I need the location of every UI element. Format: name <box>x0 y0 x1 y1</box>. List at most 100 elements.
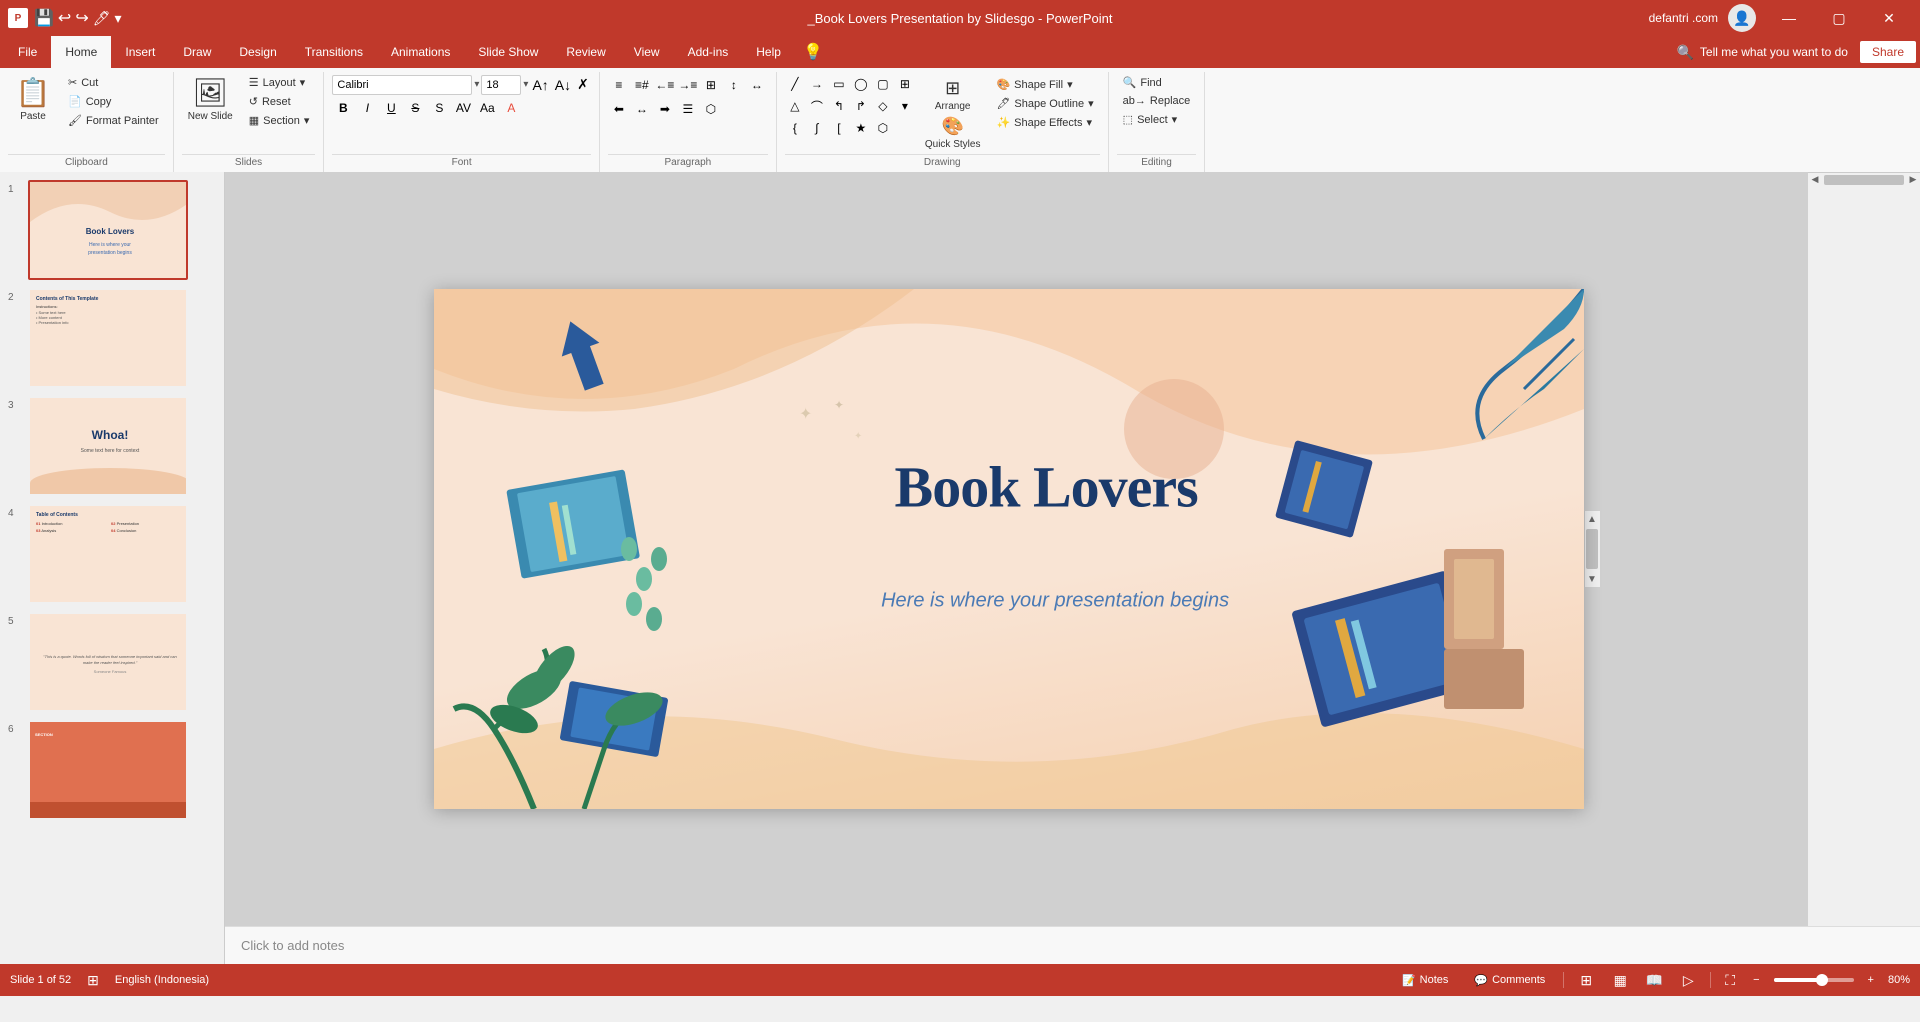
scroll-up-btn[interactable]: ▲ <box>1584 511 1600 527</box>
minimize-button[interactable]: — <box>1766 0 1812 36</box>
diamond-shape-btn[interactable]: ◇ <box>873 96 893 116</box>
fit-to-window-button[interactable]: ⛶ <box>1721 972 1739 989</box>
font-color-button[interactable]: A <box>500 97 522 119</box>
rect-shape-btn[interactable]: ▭ <box>829 74 849 94</box>
copy-button[interactable]: 📄 Copy <box>62 93 165 110</box>
slide-thumb-1[interactable]: Book Lovers Here is where your presentat… <box>28 180 188 280</box>
comments-button[interactable]: 💬 Comments <box>1466 974 1553 987</box>
customize-icon[interactable]: 🖊 <box>93 10 111 27</box>
curvarrow2-shape-btn[interactable]: ↱ <box>851 96 871 116</box>
tab-transitions[interactable]: Transitions <box>291 36 377 68</box>
custom-shape-btn[interactable]: ⬡ <box>873 118 893 138</box>
quick-styles-button[interactable]: 🎨 Quick Styles <box>919 114 987 152</box>
slide-item-1[interactable]: 1 Book Lovers Here is where your present… <box>8 180 216 280</box>
help-lightbulb-icon[interactable]: 💡 <box>803 42 823 62</box>
tab-home[interactable]: Home <box>51 36 111 68</box>
tab-design[interactable]: Design <box>225 36 290 68</box>
slideshow-button[interactable]: ▷ <box>1676 968 1700 992</box>
normal-view-button[interactable]: ⊞ <box>1574 968 1598 992</box>
bullet-list-button[interactable]: ≡ <box>608 74 630 96</box>
tab-draw[interactable]: Draw <box>169 36 225 68</box>
slide-sorter-button[interactable]: ▦ <box>1608 968 1632 992</box>
strikethrough-button[interactable]: S <box>404 97 426 119</box>
shape-fill-button[interactable]: 🎨 Shape Fill ▾ <box>990 76 1099 93</box>
font-size-dropdown-icon[interactable]: ▾ <box>523 79 528 90</box>
zoom-out-button[interactable]: − <box>1749 974 1763 986</box>
slide-item-3[interactable]: 3 Whoa! Some text here for context <box>8 396 216 496</box>
tab-addins[interactable]: Add-ins <box>674 36 743 68</box>
rect2-shape-btn[interactable]: ▢ <box>873 74 893 94</box>
align-left-button[interactable]: ⬅ <box>608 98 630 120</box>
tri-shape-btn[interactable]: △ <box>785 96 805 116</box>
change-case-button[interactable]: Aa <box>476 97 498 119</box>
columns-button[interactable]: ⊞ <box>700 74 722 96</box>
close-button[interactable]: ✕ <box>1866 0 1912 36</box>
slide-canvas[interactable]: ✦ ✦ ✦ Book Lovers Here is w <box>434 289 1584 809</box>
slide-subtitle[interactable]: Here is where your presentation begins <box>881 590 1229 613</box>
char-spacing-button[interactable]: AV <box>452 97 474 119</box>
smart-art-button[interactable]: ⬡ <box>700 98 722 120</box>
line-spacing-button[interactable]: ↕ <box>723 74 745 96</box>
hscroll-left-btn[interactable]: ◀ <box>1808 173 1822 187</box>
save-icon[interactable]: 💾 <box>34 8 54 28</box>
increase-indent-button[interactable]: →≡ <box>677 74 699 96</box>
bracket-shape-btn[interactable]: [ <box>829 118 849 138</box>
justify-button[interactable]: ☰ <box>677 98 699 120</box>
find-button[interactable]: 🔍 Find <box>1117 74 1197 91</box>
clear-format-icon[interactable]: ✗ <box>575 74 591 95</box>
circle-shape-btn[interactable]: ◯ <box>851 74 871 94</box>
dropdown-icon[interactable]: ▾ <box>115 10 122 27</box>
star-shape-btn[interactable]: ★ <box>851 118 871 138</box>
expand-shapes-btn[interactable]: ▾ <box>895 96 915 116</box>
zoom-slider[interactable] <box>1774 978 1854 982</box>
reset-button[interactable]: ↺ Reset <box>243 93 316 110</box>
notes-button[interactable]: 📝 Notes <box>1394 974 1456 987</box>
slide-thumb-5[interactable]: "This is a quote. Words full of wisdom t… <box>28 612 188 712</box>
underline-button[interactable]: U <box>380 97 402 119</box>
maximize-button[interactable]: ▢ <box>1816 0 1862 36</box>
cut-button[interactable]: ✂ Cut <box>62 74 165 91</box>
select-button[interactable]: ⬚ Select ▾ <box>1117 111 1197 128</box>
paste-button[interactable]: 📋 Paste <box>8 74 58 124</box>
line-shape-btn[interactable]: ╱ <box>785 74 805 94</box>
slide-thumb-3[interactable]: Whoa! Some text here for context <box>28 396 188 496</box>
font-name-dropdown-icon[interactable]: ▾ <box>474 79 479 90</box>
slide-title[interactable]: Book Lovers <box>895 453 1198 520</box>
redo-icon[interactable]: ↪ <box>75 8 88 28</box>
bold-button[interactable]: B <box>332 97 354 119</box>
tab-animations[interactable]: Animations <box>377 36 464 68</box>
scroll-thumb[interactable] <box>1586 529 1598 569</box>
vertical-scrollbar[interactable]: ▲ ▼ <box>1584 511 1600 587</box>
format-painter-button[interactable]: 🖌 Format Painter <box>62 112 165 129</box>
tab-help[interactable]: Help <box>742 36 795 68</box>
notes-bar[interactable]: Click to add notes <box>225 926 1920 964</box>
align-right-button[interactable]: ➡ <box>654 98 676 120</box>
tab-insert[interactable]: Insert <box>111 36 169 68</box>
layout-button[interactable]: ☰ Layout ▾ <box>243 74 316 91</box>
arc-shape-btn[interactable]: ⌒ <box>807 96 827 116</box>
new-slide-button[interactable]: 🖼 New Slide <box>182 74 239 124</box>
user-avatar[interactable]: 👤 <box>1728 4 1756 32</box>
slide-thumb-4[interactable]: Table of Contents 01 Introduction 02 Pre… <box>28 504 188 604</box>
font-size-input[interactable] <box>481 75 521 95</box>
text-direction-button[interactable]: ↔ <box>746 74 768 96</box>
slide-thumb-6[interactable]: SECTION <box>28 720 188 820</box>
arrange-button[interactable]: ⊞ Arrange <box>919 76 987 114</box>
tell-me-box[interactable]: 🔍 Tell me what you want to do <box>1664 44 1860 61</box>
italic-button[interactable]: I <box>356 97 378 119</box>
replace-button[interactable]: ab→ Replace <box>1117 93 1197 109</box>
hscroll-thumb[interactable] <box>1824 175 1904 185</box>
align-center-button[interactable]: ↔ <box>631 98 653 120</box>
tab-slideshow[interactable]: Slide Show <box>464 36 552 68</box>
increase-font-icon[interactable]: A↑ <box>530 75 550 95</box>
slide-item-5[interactable]: 5 "This is a quote. Words full of wisdom… <box>8 612 216 712</box>
tab-file[interactable]: File <box>4 36 51 68</box>
tab-review[interactable]: Review <box>552 36 619 68</box>
tab-view[interactable]: View <box>620 36 674 68</box>
undo-icon[interactable]: ↩ <box>58 8 71 28</box>
horizontal-scrollbar[interactable]: ◀ ▶ <box>1808 172 1920 186</box>
decrease-font-icon[interactable]: A↓ <box>553 75 573 95</box>
slide-item-4[interactable]: 4 Table of Contents 01 Introduction 02 P… <box>8 504 216 604</box>
shadow-button[interactable]: S <box>428 97 450 119</box>
slide-item-6[interactable]: 6 SECTION <box>8 720 216 820</box>
